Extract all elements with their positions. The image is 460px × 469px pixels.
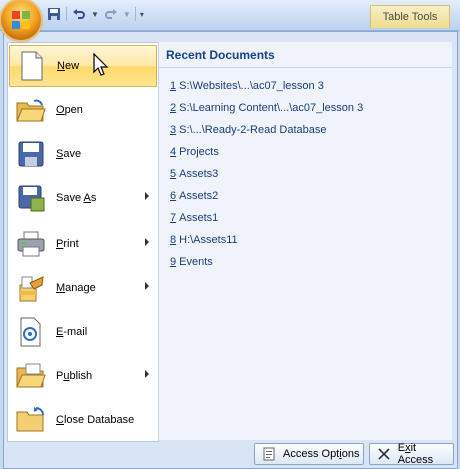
menu-item-publish[interactable]: Publish — [9, 355, 157, 397]
menu-item-label: E-mail — [56, 326, 88, 338]
menu-item-save-as[interactable]: Save As — [9, 177, 157, 219]
menu-item-email[interactable]: E-mail — [9, 311, 157, 353]
exit-access-label: Exit Access — [397, 442, 434, 466]
title-bar: ▼ ▼ ▾ Table Tools — [0, 0, 460, 40]
submenu-arrow-icon — [145, 282, 149, 290]
menu-item-label: New — [57, 60, 80, 72]
menu-item-label: Close Database — [56, 414, 135, 426]
menu-item-save[interactable]: Save — [9, 133, 157, 175]
undo-dropdown-icon[interactable]: ▼ — [91, 10, 99, 19]
undo-icon[interactable] — [71, 6, 87, 22]
menu-item-label: Print — [56, 238, 79, 250]
open-folder-icon — [15, 94, 47, 126]
recent-document-item[interactable]: 1 S:\Websites\...\ac07_lesson 3 — [170, 77, 324, 95]
office-button[interactable] — [1, 0, 41, 40]
access-options-button[interactable]: Access Options — [254, 443, 364, 465]
menu-item-close-database[interactable]: Close Database — [9, 399, 157, 441]
quick-access-toolbar: ▼ ▼ ▾ — [46, 3, 144, 25]
submenu-arrow-icon — [145, 370, 149, 378]
recent-document-item[interactable]: 2 S:\Learning Content\...\ac07_lesson 3 — [170, 99, 363, 117]
menu-item-label: Save As — [56, 192, 97, 204]
save-as-icon — [15, 182, 47, 214]
mouse-cursor-icon — [93, 53, 109, 76]
new-document-icon — [16, 50, 48, 82]
menu-item-label: Manage — [56, 282, 96, 294]
submenu-arrow-icon — [145, 238, 149, 246]
toolbar-separator — [66, 7, 67, 21]
menu-item-open[interactable]: Open — [9, 89, 157, 131]
recent-document-item[interactable]: 3 S:\...\Ready-2-Read Database — [170, 121, 326, 139]
menu-item-manage[interactable]: Manage — [9, 267, 157, 309]
printer-icon — [15, 228, 47, 260]
menu-item-label: Save — [56, 148, 82, 160]
recent-document-item[interactable]: 6 Assets2 — [170, 187, 218, 205]
menu-item-label: Publish — [56, 370, 93, 382]
recent-document-item[interactable]: 8 H:\Assets11 — [170, 231, 238, 249]
recent-documents-title: Recent Documents — [159, 42, 452, 68]
recent-document-item[interactable]: 5 Assets3 — [170, 165, 218, 183]
office-menu: New Open Save Save As Print Manage E-mai… — [3, 31, 458, 469]
save-icon[interactable] — [46, 6, 62, 22]
submenu-arrow-icon — [145, 192, 149, 200]
redo-dropdown-icon: ▼ — [122, 9, 131, 19]
recent-document-item[interactable]: 9 Events — [170, 253, 213, 271]
menu-item-print[interactable]: Print — [9, 223, 157, 265]
recent-document-item[interactable]: 7 Assets1 — [170, 209, 218, 227]
customize-toolbar-icon[interactable]: ▾ — [140, 10, 144, 19]
recent-documents-pane: Recent Documents 1 S:\Websites\...\ac07_l… — [158, 42, 452, 440]
table-tools-tab[interactable]: Table Tools — [370, 5, 450, 28]
office-logo-icon — [12, 11, 30, 29]
exit-access-button[interactable]: Exit Access — [369, 442, 454, 466]
email-icon — [15, 316, 47, 348]
toolbar-separator — [134, 7, 136, 21]
menu-item-new[interactable]: New — [9, 45, 157, 87]
menu-item-label: Open — [56, 104, 83, 116]
redo-icon — [103, 6, 119, 22]
recent-document-item[interactable]: 4 Projects — [170, 143, 219, 161]
command-list: New Open Save Save As Print Manage E-mai… — [7, 42, 159, 442]
publish-icon — [15, 360, 47, 392]
manage-icon — [15, 272, 47, 304]
access-options-label: Access Options — [283, 448, 360, 460]
close-icon — [376, 446, 392, 462]
close-database-icon — [15, 404, 47, 436]
menu-footer: Access Options Exit Access — [4, 440, 457, 468]
save-icon — [15, 138, 47, 170]
options-icon — [261, 446, 277, 462]
